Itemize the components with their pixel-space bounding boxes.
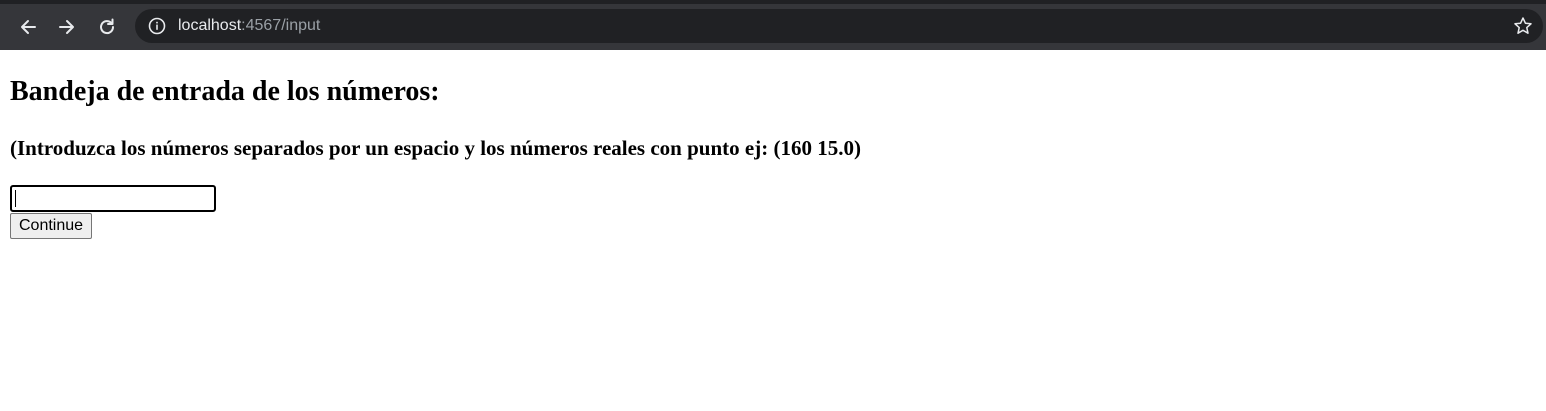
numbers-input[interactable] [10,185,216,212]
browser-toolbar: localhost:4567/input [0,0,1546,50]
page-content: Bandeja de entrada de los números: (Intr… [0,50,1546,411]
forward-button[interactable] [51,11,83,43]
url-host: localhost [178,17,242,34]
text-caret [15,190,16,207]
reload-button[interactable] [91,11,123,43]
star-icon[interactable] [1513,16,1533,36]
forward-arrow-icon [59,20,74,34]
reload-icon [100,18,115,35]
continue-button[interactable]: Continue [10,213,93,239]
back-arrow-icon [21,20,36,34]
url-path: :4567/input [241,17,321,34]
info-icon[interactable] [148,17,166,35]
url-text[interactable]: localhost:4567/input [178,9,320,43]
address-bar[interactable]: localhost:4567/input [135,9,1543,43]
page-instructions: (Introduzca los números separados por un… [10,136,861,160]
page-title: Bandeja de entrada de los números: [10,76,440,107]
back-button[interactable] [12,11,44,43]
